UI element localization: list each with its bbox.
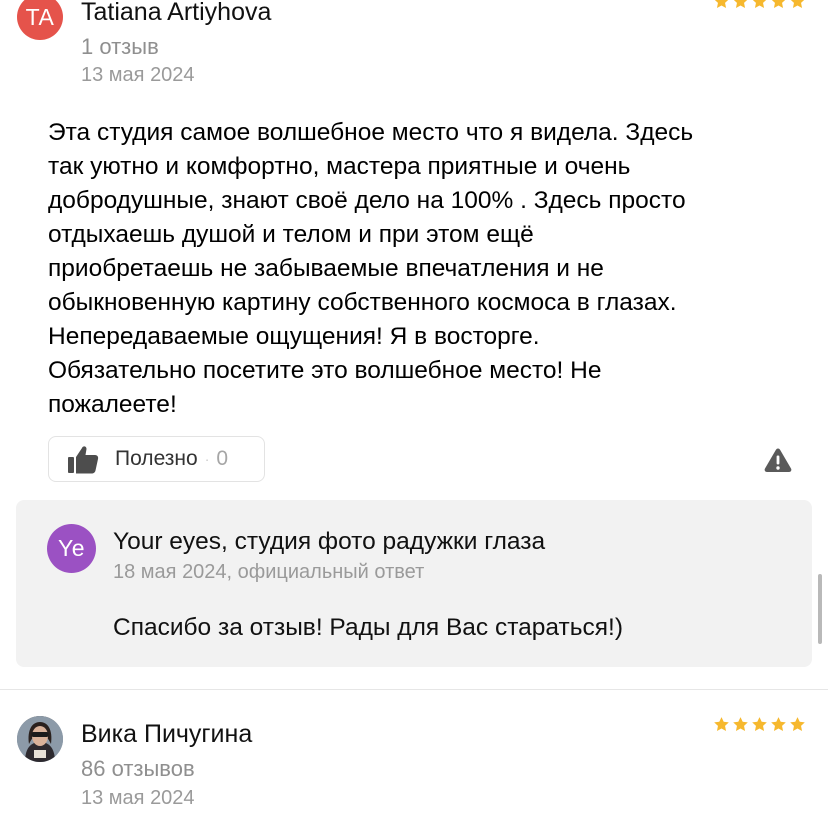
star-icon: [732, 716, 749, 733]
star-icon: [713, 0, 730, 10]
review-text: Эта студия самое волшебное место что я в…: [48, 119, 694, 418]
author-reviews-count: 86 отзывов: [81, 756, 195, 781]
report-warning-icon[interactable]: [764, 447, 792, 473]
star-icon: [732, 0, 749, 10]
scrollbar[interactable]: [818, 574, 822, 644]
reply-meta: 18 мая 2024, официальный ответ: [113, 561, 425, 583]
star-icon: [751, 0, 768, 10]
star-icon: [751, 716, 768, 733]
useful-separator: ·: [204, 451, 210, 467]
author-avatar[interactable]: TA: [17, 0, 63, 40]
star-icon: [713, 716, 730, 733]
reply-text: Спасибо за отзыв! Рады для Вас стараться…: [113, 614, 623, 641]
star-icon: [770, 0, 787, 10]
rating-stars: [713, 0, 806, 10]
divider: [0, 689, 828, 690]
review-date: 13 мая 2024: [81, 64, 195, 86]
business-avatar[interactable]: Ye: [47, 524, 96, 573]
thumbs-up-icon: [68, 446, 99, 474]
star-icon: [789, 716, 806, 733]
author-reviews-count: 1 отзыв: [81, 34, 159, 59]
useful-button[interactable]: Полезно · 0: [48, 436, 265, 482]
author-name[interactable]: Tatiana Artiyhova: [81, 0, 271, 27]
business-name[interactable]: Your eyes, студия фото радужки глаза: [113, 528, 545, 556]
author-avatar-photo[interactable]: [17, 716, 63, 762]
author-name[interactable]: Вика Пичугина: [81, 720, 252, 749]
star-icon: [789, 0, 806, 10]
useful-count: 0: [216, 447, 229, 470]
useful-label: Полезно: [115, 447, 198, 470]
review-date: 13 мая 2024: [81, 787, 195, 809]
rating-stars: [713, 716, 806, 733]
star-icon: [770, 716, 787, 733]
